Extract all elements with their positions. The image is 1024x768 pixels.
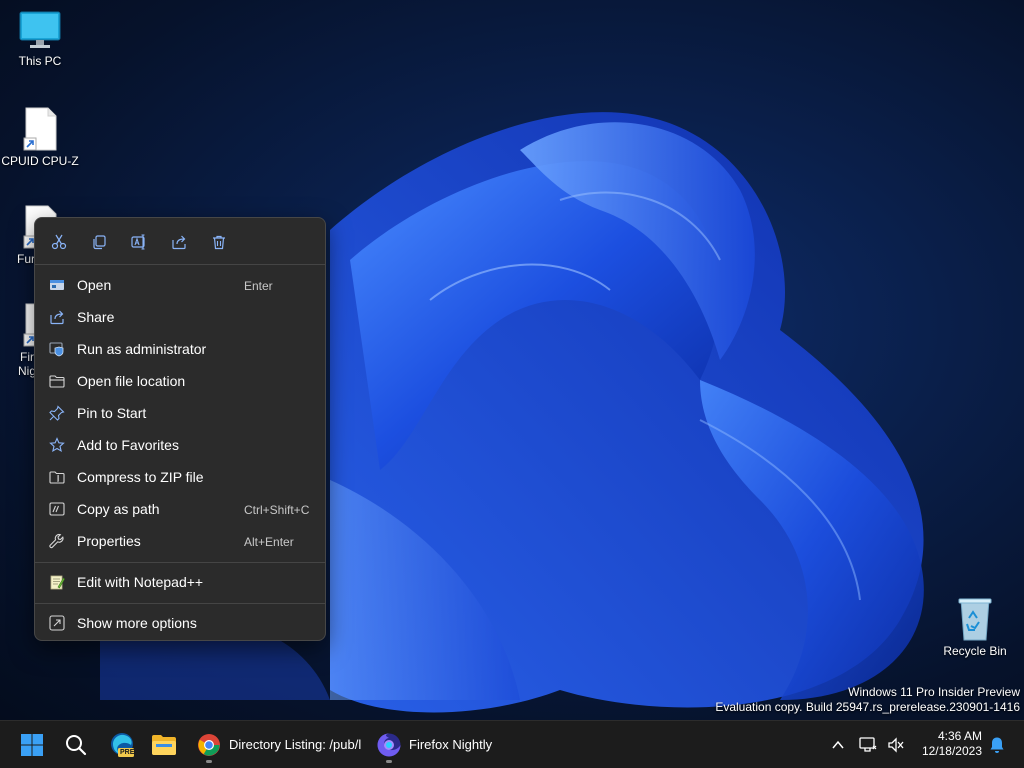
taskbar: PRE Directory Listing: /pub/l Firefox Ni… [0, 720, 1024, 768]
bell-icon [990, 737, 1004, 753]
search-button[interactable] [56, 725, 96, 765]
taskbar-app-chrome[interactable]: Directory Listing: /pub/l [190, 725, 362, 765]
menu-item-label: Share [77, 309, 115, 325]
menu-item-shortcut: Enter [244, 279, 273, 293]
search-icon [66, 735, 87, 756]
shield-icon [49, 342, 64, 357]
rename-button[interactable] [127, 230, 151, 254]
menu-item-open-file-location[interactable]: Open file location [39, 366, 321, 396]
chrome-icon [198, 734, 220, 756]
volume-button[interactable] [884, 725, 908, 765]
menu-item-label: Edit with Notepad++ [77, 574, 204, 590]
clock-date: 12/18/2023 [921, 744, 982, 758]
menu-item-label: Pin to Start [77, 405, 147, 421]
firefox-nightly-icon [377, 733, 401, 757]
desktop-icon-this-pc[interactable]: This PC [0, 10, 80, 68]
menu-item-label: Properties [77, 533, 141, 549]
share-icon [50, 310, 64, 325]
menu-item-label: Run as administrator [77, 341, 207, 357]
menu-item-label: Show more options [77, 615, 197, 631]
desktop-icon-label: Recycle Bin [943, 644, 1007, 658]
monitor-icon [19, 11, 61, 48]
menu-item-label: Compress to ZIP file [77, 469, 204, 485]
pre-badge: PRE [120, 749, 135, 756]
menu-item-copy-as-path[interactable]: Copy as path Ctrl+Shift+C [39, 494, 321, 524]
watermark-line-2: Evaluation copy. Build 25947.rs_prerelea… [715, 700, 1020, 714]
taskbar-app-edge-canary[interactable]: PRE [102, 725, 142, 765]
menu-item-shortcut: Ctrl+Shift+C [244, 503, 310, 517]
copy-button[interactable] [87, 230, 111, 254]
menu-item-edit-with-notepad-plus-plus[interactable]: Edit with Notepad++ [39, 567, 321, 597]
open-icon [50, 280, 64, 290]
running-indicator [206, 760, 212, 763]
zip-folder-icon [49, 471, 65, 484]
folder-icon [152, 735, 176, 755]
watermark-line-1: Windows 11 Pro Insider Preview [848, 685, 1020, 699]
quick-actions-bar [35, 218, 325, 264]
pin-icon [49, 405, 65, 421]
menu-item-add-to-favorites[interactable]: Add to Favorites [39, 430, 321, 460]
notifications-button[interactable] [986, 725, 1008, 765]
cut-button[interactable] [47, 230, 71, 254]
share-button[interactable] [167, 230, 191, 254]
desktop-icon-recycle-bin[interactable]: Recycle Bin [935, 596, 1015, 658]
separator [35, 603, 325, 604]
desktop-icon-label: This PC [18, 54, 62, 68]
menu-item-shortcut: Alt+Enter [244, 535, 294, 549]
folder-icon [49, 375, 65, 388]
menu-item-label: Open [77, 277, 112, 293]
rename-icon [131, 234, 145, 250]
taskbar-app-label: Directory Listing: /pub/l [229, 737, 362, 752]
taskbar-app-label: Firefox Nightly [409, 737, 493, 752]
menu-item-label: Add to Favorites [77, 437, 179, 453]
copy-icon [93, 235, 106, 250]
windows-start-icon [21, 734, 43, 756]
menu-item-properties[interactable]: Properties Alt+Enter [39, 526, 321, 556]
desktop-icon-cpuid-cpu-z[interactable]: CPUID CPU-Z [0, 106, 80, 168]
chevron-up-icon [832, 740, 844, 749]
more-options-icon [49, 615, 65, 631]
share-icon [172, 235, 186, 250]
clock-time: 4:36 AM [937, 729, 982, 743]
separator [35, 562, 325, 563]
start-button[interactable] [12, 725, 52, 765]
menu-item-label: Open file location [77, 373, 186, 389]
trash-icon [213, 235, 225, 250]
running-indicator [386, 760, 392, 763]
menu-item-run-as-administrator[interactable]: Run as administrator [39, 334, 321, 364]
volume-muted-icon [888, 737, 904, 753]
menu-item-compress-to-zip[interactable]: Compress to ZIP file [39, 462, 321, 492]
menu-item-share[interactable]: Share [39, 302, 321, 332]
wrench-icon [49, 533, 64, 549]
evaluation-watermark: Windows 11 Pro Insider Preview Evaluatio… [715, 685, 1020, 715]
delete-button[interactable] [207, 230, 231, 254]
menu-item-label: Copy as path [77, 501, 160, 517]
menu-item-open[interactable]: Open Enter [39, 270, 321, 300]
scissors-icon [51, 234, 67, 250]
network-icon [859, 737, 877, 752]
clock[interactable]: 4:36 AM 12/18/2023 [922, 729, 982, 759]
taskbar-app-firefox-nightly[interactable]: Firefox Nightly [370, 725, 500, 765]
shortcut-file-icon [23, 107, 57, 151]
notepad-icon [50, 575, 65, 590]
network-button[interactable] [856, 725, 880, 765]
context-menu: Open Enter Share Run as administrator Op… [34, 217, 326, 641]
taskbar-app-file-explorer[interactable] [144, 725, 184, 765]
menu-item-show-more-options[interactable]: Show more options [39, 608, 321, 638]
desktop-icon-label: CPUID CPU-Z [1, 154, 79, 168]
separator [35, 264, 325, 265]
show-hidden-icons-button[interactable] [826, 725, 850, 765]
star-icon [49, 437, 65, 453]
path-icon [49, 502, 65, 516]
menu-item-pin-to-start[interactable]: Pin to Start [39, 398, 321, 428]
recycle-bin-icon [958, 598, 992, 641]
